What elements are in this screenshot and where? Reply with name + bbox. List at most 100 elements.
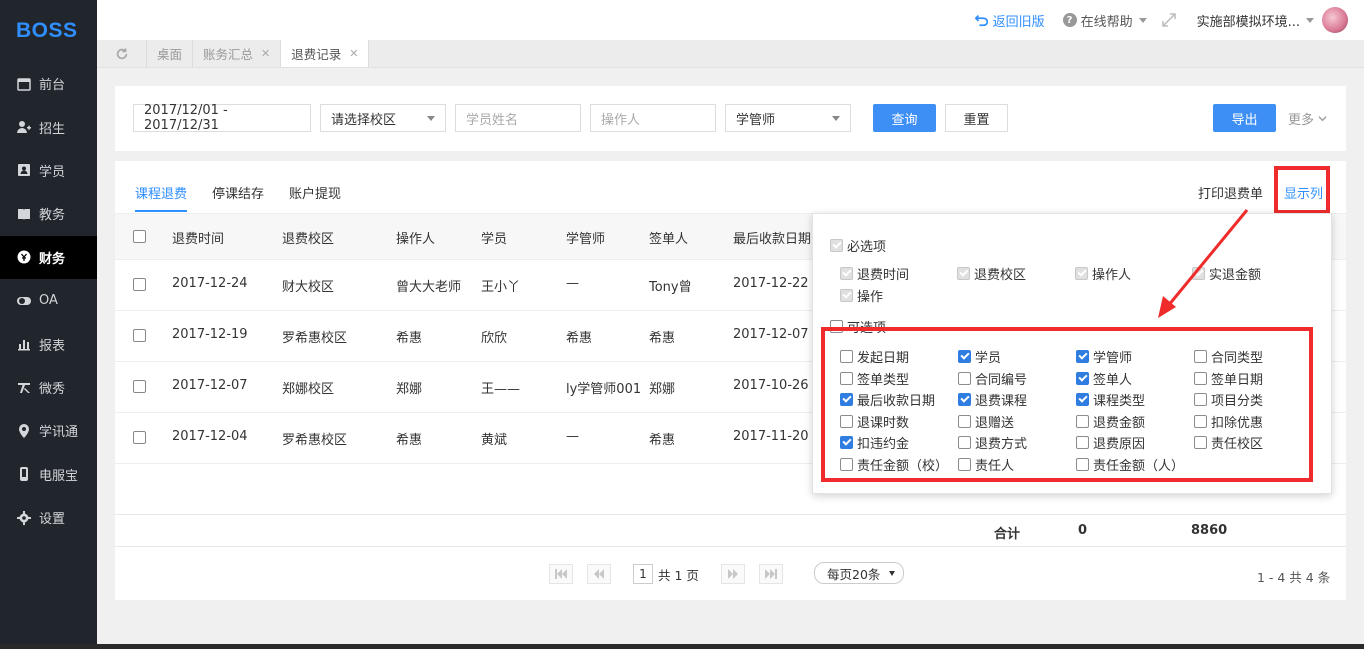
print-refund-button[interactable]: 打印退费单 [1198, 183, 1263, 202]
sidebar-item-7[interactable]: 微秀 [0, 366, 97, 409]
prev-page-button[interactable] [587, 564, 611, 584]
last-page-button[interactable] [758, 564, 783, 584]
column-header[interactable]: 退费校区 [282, 228, 334, 247]
sidebar-item-6[interactable]: 报表 [0, 322, 97, 365]
table-cell: 王小丫 [481, 280, 521, 295]
fullscreen-icon[interactable] [1161, 12, 1177, 28]
table-cell: 郑娜校区 [282, 382, 335, 397]
back-to-old-version-link[interactable]: 返回旧版 [974, 11, 1045, 30]
student-card-icon [17, 163, 31, 177]
close-icon[interactable]: ✕ [261, 47, 270, 60]
row-checkbox[interactable] [133, 380, 146, 393]
org-switcher[interactable]: 实施部模拟环境... [1197, 11, 1314, 30]
role-select-value: 学管师 [736, 112, 776, 128]
column-header[interactable]: 学管师 [566, 228, 605, 247]
reset-button[interactable]: 重置 [945, 104, 1008, 132]
table-cell: 2017-12-19 [172, 327, 248, 342]
page-number-input[interactable]: 1 [633, 564, 653, 584]
sidebar-item-4[interactable]: 财务 [0, 235, 97, 279]
refresh-button[interactable] [97, 40, 147, 67]
total-value: 8860 [1191, 523, 1228, 538]
first-page-icon [555, 569, 567, 579]
sidebar-item-10[interactable]: 设置 [0, 496, 97, 539]
query-button[interactable]: 查询 [873, 104, 936, 132]
app-logo[interactable]: BOSS [0, 0, 97, 62]
per-page-value: 每页20条 [827, 566, 881, 582]
sidebar-item-0[interactable]: 前台 [0, 62, 97, 105]
first-page-button[interactable] [549, 564, 573, 584]
table-cell: ly学管师001 [566, 382, 642, 397]
row-checkbox[interactable] [133, 278, 146, 291]
table-cell: 2017-12-22 [733, 276, 809, 291]
export-button[interactable]: 导出 [1213, 104, 1276, 132]
sidebar-item-label: 微秀 [39, 381, 66, 397]
sidebar-item-label: 财务 [39, 251, 66, 267]
avatar[interactable] [1322, 7, 1348, 33]
role-select[interactable]: 学管师 [725, 104, 851, 132]
tab-desktop[interactable]: 桌面 [147, 40, 194, 67]
sidebar-item-2[interactable]: 学员 [0, 149, 97, 192]
refresh-icon [116, 47, 127, 59]
table-cell: — [566, 429, 579, 444]
campus-select[interactable]: 请选择校区 [320, 104, 446, 132]
more-dropdown[interactable]: 更多 [1288, 104, 1327, 132]
table-cell: 罗希惠校区 [282, 331, 348, 346]
checkbox [840, 289, 853, 302]
table-cell: 2017-10-26 [733, 378, 809, 393]
next-page-icon [727, 569, 738, 579]
more-label: 更多 [1288, 112, 1315, 128]
select-all-checkbox[interactable] [133, 230, 146, 243]
sidebar-item-8[interactable]: 学讯通 [0, 409, 97, 452]
required-group-checkbox: 必选项 [830, 236, 886, 255]
total-row: 合计 0 8860 [115, 514, 1346, 547]
table-cell: 2017-12-07 [733, 327, 809, 342]
weixiu-icon [17, 380, 31, 394]
column-option-label: 实退金额 [1209, 268, 1262, 283]
column-header[interactable]: 签单人 [649, 228, 688, 247]
student-name-placeholder: 学员姓名 [466, 112, 519, 128]
page-tabs-bar: 桌面 账务汇总 ✕ 退费记录 ✕ [97, 40, 1364, 68]
sidebar-item-5[interactable]: OA [0, 279, 97, 322]
next-page-button[interactable] [720, 564, 745, 584]
table-cell: 王—— [481, 382, 521, 397]
sidebar-item-1[interactable]: 招生 [0, 105, 97, 148]
sidebar-item-9[interactable]: 电服宝 [0, 453, 97, 496]
column-header[interactable]: 学员 [481, 228, 507, 247]
table-cell: Tony曾 [649, 280, 692, 295]
chevron-down-icon [889, 571, 895, 576]
bar-chart-icon [17, 337, 31, 351]
total-label: 合计 [994, 527, 1021, 542]
operator-input[interactable]: 操作人 [590, 104, 716, 132]
active-tab-indicator [135, 210, 187, 212]
bottom-strip [0, 644, 1364, 649]
per-page-select[interactable]: 每页20条 [814, 562, 904, 584]
date-range-value: 2017/12/01 - 2017/12/31 [144, 103, 228, 133]
table-cell: 希惠 [566, 331, 593, 346]
record-range: 1 - 4 共 4 条 [1257, 570, 1331, 585]
tab-suspend-balance[interactable]: 停课结存 [212, 183, 264, 202]
column-header[interactable]: 最后收款日期 [733, 228, 811, 247]
row-checkbox[interactable] [133, 329, 146, 342]
tab-course-refund[interactable]: 课程退费 [135, 183, 187, 202]
tab-account-summary[interactable]: 账务汇总 ✕ [193, 40, 282, 67]
phone-icon [17, 467, 31, 482]
close-icon[interactable]: ✕ [349, 47, 358, 60]
sidebar-item-3[interactable]: 教务 [0, 192, 97, 235]
highlight-box [821, 327, 1313, 482]
gear-icon [17, 510, 31, 525]
row-checkbox[interactable] [133, 431, 146, 444]
chevron-down-icon [1318, 115, 1327, 121]
tab-account-withdraw[interactable]: 账户提现 [289, 183, 341, 202]
location-icon [17, 423, 31, 438]
sidebar-item-label: 电服宝 [39, 468, 79, 484]
date-range-input[interactable]: 2017/12/01 - 2017/12/31 [133, 103, 311, 133]
column-header[interactable]: 操作人 [396, 228, 435, 247]
online-help-dropdown[interactable]: ? 在线帮助 [1062, 11, 1147, 30]
required-column-checkbox: 退费校区 [957, 264, 1026, 283]
sidebar-item-label: 设置 [39, 512, 66, 528]
student-name-input[interactable]: 学员姓名 [455, 104, 581, 132]
column-header[interactable]: 退费时间 [172, 228, 224, 247]
tab-refund-records[interactable]: 退费记录 ✕ [281, 40, 370, 67]
table-cell: 财大校区 [282, 280, 335, 295]
required-label: 必选项 [847, 240, 887, 255]
